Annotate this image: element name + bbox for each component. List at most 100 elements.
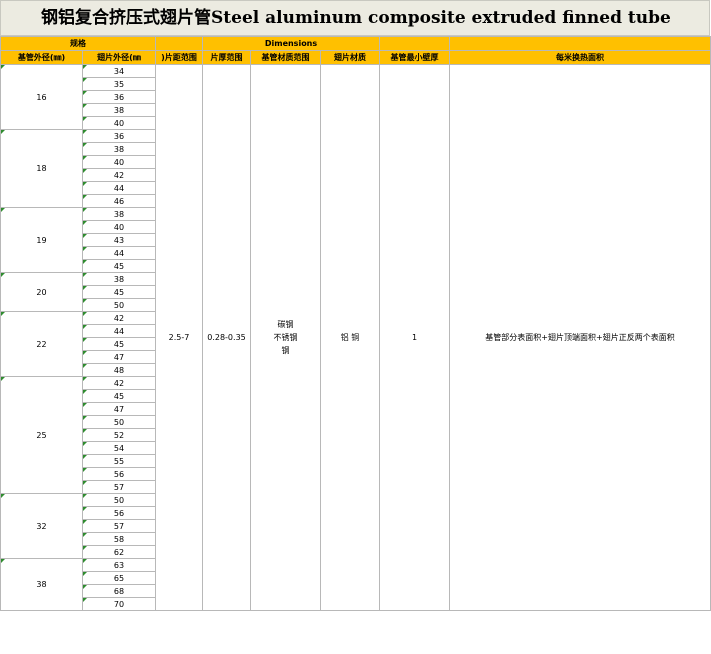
fin-od-cell[interactable]: 57 — [82, 519, 156, 533]
fin-od-value: 42 — [113, 170, 125, 180]
fin-od-value: 35 — [113, 79, 125, 89]
comment-marker-icon — [83, 559, 87, 563]
fin-od-cell[interactable]: 40 — [82, 116, 156, 130]
fin-material-cell[interactable]: 铝 铜 — [320, 64, 380, 611]
fin-od-cell[interactable]: 42 — [82, 168, 156, 182]
fin-od-cell[interactable]: 52 — [82, 428, 156, 442]
header-fin-thickness[interactable]: 片厚范围 — [202, 50, 251, 65]
header-cell-empty[interactable] — [449, 36, 711, 51]
comment-marker-icon — [1, 65, 5, 69]
fin-od-cell[interactable]: 44 — [82, 246, 156, 260]
fin-od-cell[interactable]: 56 — [82, 467, 156, 481]
fin-od-cell[interactable]: 36 — [82, 90, 156, 104]
fin-od-cell[interactable]: 36 — [82, 129, 156, 143]
fin-od-cell[interactable]: 44 — [82, 181, 156, 195]
fin-od-value: 58 — [113, 534, 125, 544]
fin-od-cell[interactable]: 38 — [82, 142, 156, 156]
fin-od-cell[interactable]: 55 — [82, 454, 156, 468]
fin-od-cell[interactable]: 38 — [82, 103, 156, 117]
base-material-cell[interactable]: 碳钢 不锈钢钢 — [250, 64, 321, 611]
fin-od-cell[interactable]: 45 — [82, 389, 156, 403]
area-cell[interactable]: 基管部分表面积+翅片顶端面积+翅片正反两个表面积 — [449, 64, 711, 611]
comment-marker-icon — [83, 286, 87, 290]
fin-od-value: 36 — [113, 92, 125, 102]
fin-od-cell[interactable]: 50 — [82, 493, 156, 507]
base-od-value: 19 — [36, 235, 47, 245]
comment-marker-icon — [83, 338, 87, 342]
fin-od-cell[interactable]: 38 — [82, 272, 156, 286]
base-od-cell[interactable]: 16 — [0, 64, 83, 130]
comment-marker-icon — [83, 429, 87, 433]
fin-thickness-cell-value: 0.28-0.35 — [207, 333, 246, 342]
base-od-cell[interactable]: 25 — [0, 376, 83, 494]
min-wall-cell[interactable]: 1 — [379, 64, 450, 611]
fin-od-cell[interactable]: 40 — [82, 155, 156, 169]
fin-pitch-cell[interactable]: 2.5-7 — [155, 64, 203, 611]
fin-od-cell[interactable]: 62 — [82, 545, 156, 559]
fin-od-cell[interactable]: 40 — [82, 220, 156, 234]
fin-od-cell[interactable]: 70 — [82, 597, 156, 611]
fin-od-cell[interactable]: 57 — [82, 480, 156, 494]
base-od-cell[interactable]: 19 — [0, 207, 83, 273]
comment-marker-icon — [1, 377, 5, 381]
base-od-cell[interactable]: 32 — [0, 493, 83, 559]
comment-marker-icon — [83, 377, 87, 381]
fin-od-cell[interactable]: 45 — [82, 337, 156, 351]
fin-od-cell[interactable]: 45 — [82, 285, 156, 299]
comment-marker-icon — [83, 65, 87, 69]
comment-marker-icon — [83, 195, 87, 199]
comment-marker-icon — [83, 247, 87, 251]
fin-od-cell[interactable]: 34 — [82, 64, 156, 78]
base-od-value: 38 — [36, 580, 47, 589]
header-area[interactable]: 每米换热面积 — [449, 50, 711, 65]
header-cell-empty[interactable] — [379, 36, 450, 51]
header-base-material[interactable]: 基管材质范围 — [250, 50, 321, 65]
fin-od-value: 52 — [113, 430, 125, 440]
comment-marker-icon — [83, 130, 87, 134]
fin-od-cell[interactable]: 42 — [82, 311, 156, 325]
fin-od-value: 54 — [113, 443, 125, 453]
base-od-cell[interactable]: 38 — [0, 558, 83, 611]
base-od-cell[interactable]: 20 — [0, 272, 83, 312]
fin-od-value: 57 — [113, 521, 125, 531]
fin-od-value: 42 — [113, 378, 125, 388]
fin-od-cell[interactable]: 58 — [82, 532, 156, 546]
header-fin-od[interactable]: 翅片外径(㎜ — [82, 50, 156, 65]
fin-od-cell[interactable]: 65 — [82, 571, 156, 585]
fin-od-cell[interactable]: 35 — [82, 77, 156, 91]
header-fin-pitch[interactable]: )片距范围 — [155, 50, 203, 65]
spec-table: 规格 Dimensions 基管外径(㎜) 翅片外径(㎜ )片距范围 片厚范围 … — [0, 36, 711, 611]
fin-od-cell[interactable]: 56 — [82, 506, 156, 520]
fin-od-value: 48 — [113, 365, 125, 375]
comment-marker-icon — [83, 585, 87, 589]
fin-od-value: 47 — [113, 352, 125, 362]
fin-od-cell[interactable]: 42 — [82, 376, 156, 390]
fin-od-cell[interactable]: 44 — [82, 324, 156, 338]
base-od-value: 18 — [36, 164, 47, 173]
header-fin-material[interactable]: 翅片材质 — [320, 50, 380, 65]
fin-od-cell[interactable]: 38 — [82, 207, 156, 221]
fin-od-cell[interactable]: 50 — [82, 298, 156, 312]
base-od-cell[interactable]: 18 — [0, 129, 83, 208]
fin-od-cell[interactable]: 47 — [82, 402, 156, 416]
fin-od-value: 57 — [113, 482, 125, 492]
header-dimensions[interactable]: Dimensions — [202, 36, 380, 51]
header-base-od[interactable]: 基管外径(㎜) — [0, 50, 83, 65]
fin-od-value: 43 — [113, 235, 125, 245]
fin-od-cell[interactable]: 54 — [82, 441, 156, 455]
fin-od-cell[interactable]: 46 — [82, 194, 156, 208]
fin-od-cell[interactable]: 48 — [82, 363, 156, 377]
header-cell-empty[interactable] — [155, 36, 203, 51]
base-od-cell[interactable]: 22 — [0, 311, 83, 377]
fin-od-value: 45 — [113, 287, 125, 297]
fin-od-cell[interactable]: 47 — [82, 350, 156, 364]
fin-od-cell[interactable]: 43 — [82, 233, 156, 247]
fin-od-cell[interactable]: 63 — [82, 558, 156, 572]
fin-thickness-cell[interactable]: 0.28-0.35 — [202, 64, 251, 611]
header-min-wall[interactable]: 基管最小壁厚 — [379, 50, 450, 65]
comment-marker-icon — [1, 208, 5, 212]
fin-od-cell[interactable]: 68 — [82, 584, 156, 598]
fin-od-cell[interactable]: 45 — [82, 259, 156, 273]
header-spec[interactable]: 规格 — [0, 36, 156, 51]
fin-od-cell[interactable]: 50 — [82, 415, 156, 429]
